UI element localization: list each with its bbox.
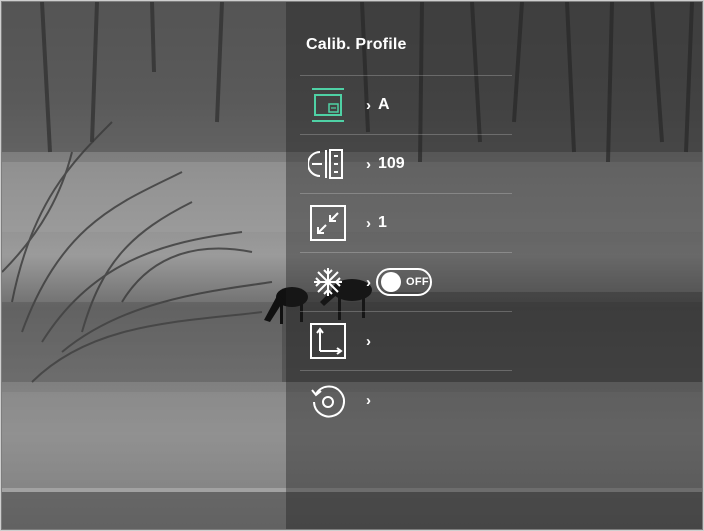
- toggle-knob: [381, 272, 401, 292]
- chevron-right-icon: ›: [366, 155, 371, 173]
- menu-title: Calib. Profile: [306, 36, 407, 53]
- menu-item-distance[interactable]: › 109: [300, 135, 512, 193]
- chevron-right-icon: ›: [366, 214, 371, 232]
- chevron-right-icon: ›: [366, 96, 371, 114]
- freeze-toggle[interactable]: OFF: [376, 268, 432, 296]
- reset-icon: [300, 371, 356, 429]
- zoom-value: 1: [378, 214, 387, 231]
- distance-icon: [300, 135, 356, 193]
- profile-value: A: [378, 96, 390, 113]
- distance-value: 109: [378, 155, 405, 172]
- zoom-icon: [300, 194, 356, 252]
- toggle-label: OFF: [406, 276, 429, 288]
- freeze-icon: [300, 253, 356, 311]
- chevron-right-icon: ›: [366, 391, 371, 409]
- menu-item-zoom[interactable]: › 1: [300, 194, 512, 252]
- menu-item-reset[interactable]: ›: [300, 371, 512, 429]
- chevron-right-icon: ›: [366, 332, 371, 350]
- menu-item-freeze[interactable]: › OFF: [300, 253, 512, 311]
- axis-icon: [300, 312, 356, 370]
- chevron-right-icon: ›: [366, 273, 371, 291]
- profile-icon: [300, 76, 356, 134]
- menu-item-profile[interactable]: › A: [300, 76, 512, 134]
- menu-item-axis[interactable]: ›: [300, 312, 512, 370]
